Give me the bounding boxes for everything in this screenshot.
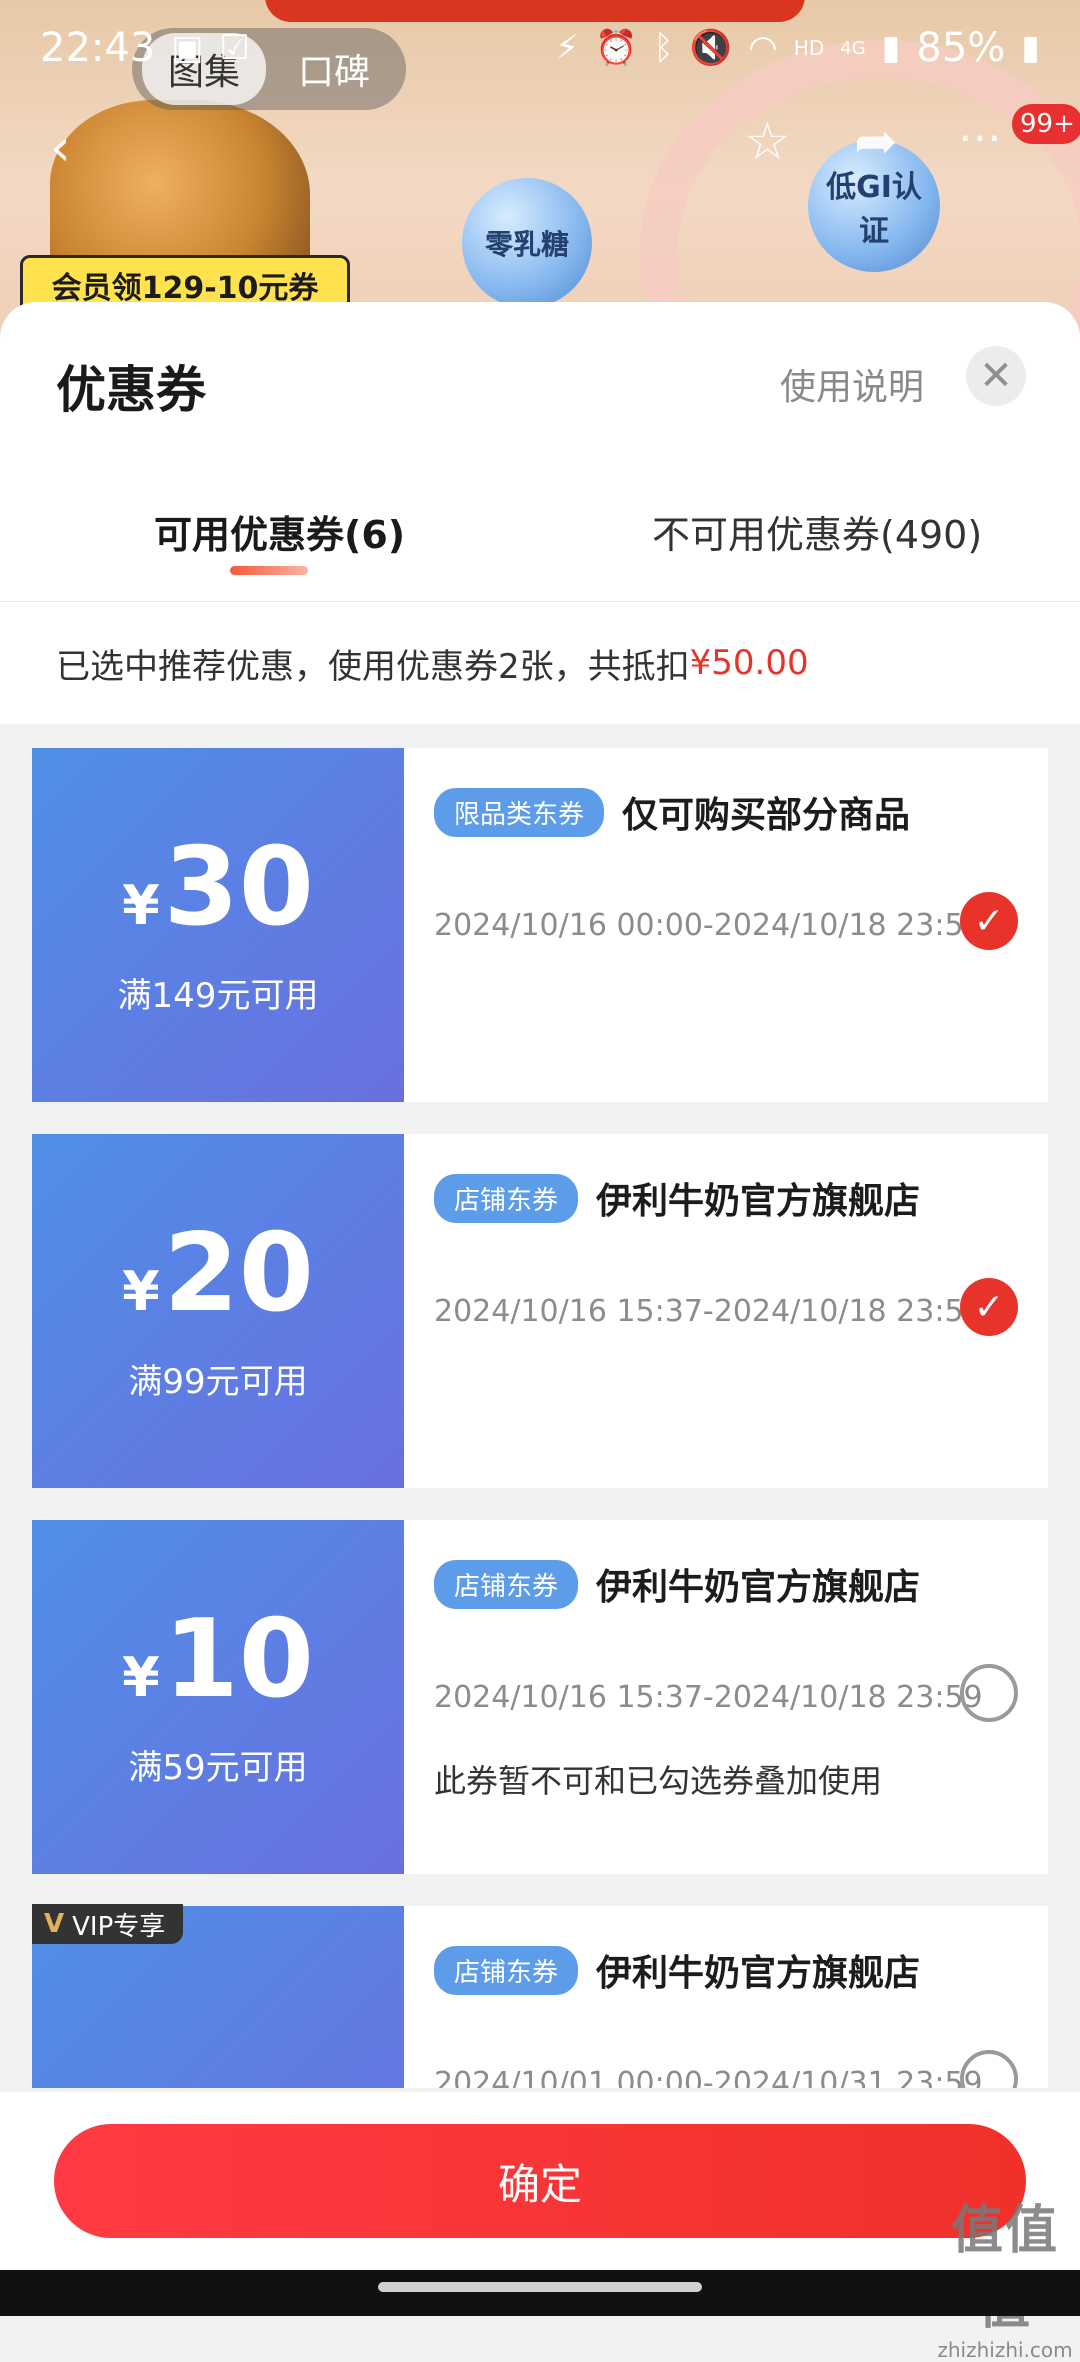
confirm-button[interactable]: 确定 (54, 2124, 1026, 2238)
coupon-checkbox-checked[interactable]: ✓ (960, 1278, 1018, 1336)
network-type-label: 4G (840, 37, 866, 59)
bluetooth-icon: ᛒ (653, 28, 674, 68)
coupon-card[interactable]: V VIP专享 ¥ 10 店铺东券 伊利牛奶官方旗舰店 2024/10/01 0… (26, 1904, 1048, 2088)
hd-label: HD (793, 36, 825, 60)
coupon-validity-period: 2024/10/16 15:37-2024/10/18 23:59 (434, 1294, 983, 1329)
coupon-type-tag: 店铺东券 (434, 1559, 579, 1609)
close-button[interactable]: ✕ (966, 346, 1026, 406)
coupon-value-panel: ¥ 20 满99元可用 (26, 1134, 404, 1488)
coupon-title: 伊利牛奶官方旗舰店 (596, 1181, 921, 1222)
battery-percent: 85% (916, 25, 1006, 71)
status-time: 22:43 (40, 25, 156, 71)
coupon-checkbox-checked[interactable]: ✓ (960, 892, 1018, 950)
vip-exclusive-badge: V VIP专享 (32, 1904, 184, 1944)
coupon-card[interactable]: ¥ 30 满149元可用 限品类东券 仅可购买部分商品 2024/10/16 0… (26, 748, 1048, 1102)
coupon-stacking-note: 此券暂不可和已勾选券叠加使用 (434, 1762, 883, 1800)
coupon-currency: ¥ (122, 1645, 160, 1709)
coupon-type-tag: 店铺东券 (434, 1173, 579, 1223)
mute-icon: 🔇 (689, 28, 733, 68)
cart-count-badge: 99+ (1012, 104, 1080, 144)
watermark-url: zhizhizhi.com (937, 2338, 1073, 2362)
coupon-title: 仅可购买部分商品 (622, 795, 911, 836)
close-icon: ✕ (979, 353, 1013, 399)
footer-bar: 确定 (0, 2092, 1080, 2270)
alarm-icon: ⏰ (595, 28, 638, 68)
coupon-value-panel: ¥ 30 满149元可用 (26, 748, 404, 1102)
coupon-title: 伊利牛奶官方旗舰店 (596, 1953, 921, 1994)
usage-instructions-link[interactable]: 使用说明 (780, 358, 924, 410)
coupon-card[interactable]: ¥ 20 满99元可用 店铺东券 伊利牛奶官方旗舰店 2024/10/16 15… (26, 1134, 1048, 1488)
status-bar: 22:43 ▣ ☑ ⚡ ⏰ ᛒ 🔇 ◠ HD 4G ▮ 85% ▮ (0, 0, 1080, 96)
coupon-sheet: 优惠券 使用说明 ✕ 可用优惠券(6) 不可用优惠券(490) 已选中推荐优惠，… (0, 302, 1080, 2316)
coupon-checkbox-unchecked[interactable] (960, 2050, 1018, 2088)
vip-badge-label: VIP专享 (72, 1911, 166, 1942)
home-gesture-handle[interactable] (378, 2282, 702, 2292)
coupon-validity-period: 2024/10/16 00:00-2024/10/18 23:59 (434, 908, 983, 943)
battery-icon: ▮ (1021, 28, 1040, 68)
more-icon[interactable]: ⋯ (958, 112, 1002, 163)
tab-available-coupons[interactable]: 可用优惠券(6) (154, 504, 405, 559)
coupon-currency: ¥ (122, 873, 160, 937)
coupon-value-panel: ¥ 10 满59元可用 (26, 1520, 404, 1874)
coupon-type-tag: 店铺东券 (434, 1945, 579, 1995)
sheet-title: 优惠券 (56, 361, 206, 419)
coupon-details: 店铺东券 伊利牛奶官方旗舰店 2024/10/16 15:37-2024/10/… (404, 1520, 1048, 1874)
discount-summary: 已选中推荐优惠，使用优惠券2张，共抵扣 ¥50.00 (0, 602, 1080, 724)
coupon-list: ¥ 30 满149元可用 限品类东券 仅可购买部分商品 2024/10/16 0… (0, 748, 1080, 2088)
summary-amount: ¥50.00 (689, 643, 809, 683)
coupon-details: 限品类东券 仅可购买部分商品 2024/10/16 00:00-2024/10/… (404, 748, 1048, 1102)
background-bubble-lactose: 零乳糖 (462, 178, 592, 308)
coupon-type-tag: 限品类东券 (434, 787, 605, 837)
system-navigation-bar (0, 2270, 1080, 2316)
active-tab-indicator (230, 566, 308, 575)
coupon-threshold: 满149元可用 (117, 975, 319, 1016)
coupon-validity-period: 2024/10/01 00:00-2024/10/31 23:59 (434, 2066, 983, 2088)
gallery-notification-icon: ▣ (171, 28, 204, 68)
coupon-details: 店铺东券 伊利牛奶官方旗舰店 2024/10/16 15:37-2024/10/… (404, 1134, 1048, 1488)
checkmark-icon: ✓ (973, 900, 1005, 942)
coupon-title: 伊利牛奶官方旗舰店 (596, 1567, 921, 1608)
coupon-currency: ¥ (122, 1259, 160, 1323)
vip-v-icon: V (44, 1909, 65, 1939)
checkmark-icon: ✓ (973, 1286, 1005, 1328)
coupon-amount: 30 (163, 824, 314, 950)
sheet-header: 优惠券 使用说明 ✕ (0, 302, 1080, 422)
wifi-icon: ◠ (748, 28, 778, 68)
summary-text: 已选中推荐优惠，使用优惠券2张，共抵扣 (56, 646, 690, 687)
back-arrow-icon[interactable]: ‹ (50, 118, 71, 178)
coupon-card[interactable]: ¥ 10 满59元可用 店铺东券 伊利牛奶官方旗舰店 2024/10/16 15… (26, 1520, 1048, 1874)
coupon-threshold: 满59元可用 (128, 1747, 308, 1788)
coupon-details: 店铺东券 伊利牛奶官方旗舰店 2024/10/01 00:00-2024/10/… (404, 1906, 1048, 2088)
tab-unavailable-coupons[interactable]: 不可用优惠券(490) (652, 504, 982, 559)
coupon-amount: 20 (163, 1210, 314, 1336)
coupon-checkbox-unchecked[interactable] (960, 1664, 1018, 1722)
coupon-amount: 10 (163, 1596, 314, 1722)
share-icon[interactable]: ➦ (854, 112, 898, 172)
check-notification-icon: ☑ (219, 28, 250, 68)
battery-saver-icon: ⚡ (555, 28, 580, 68)
coupon-threshold: 满99元可用 (128, 1361, 308, 1402)
signal-icon: ▮ (881, 28, 901, 68)
star-icon[interactable]: ☆ (744, 112, 791, 172)
coupon-validity-period: 2024/10/16 15:37-2024/10/18 23:59 (434, 1680, 983, 1715)
